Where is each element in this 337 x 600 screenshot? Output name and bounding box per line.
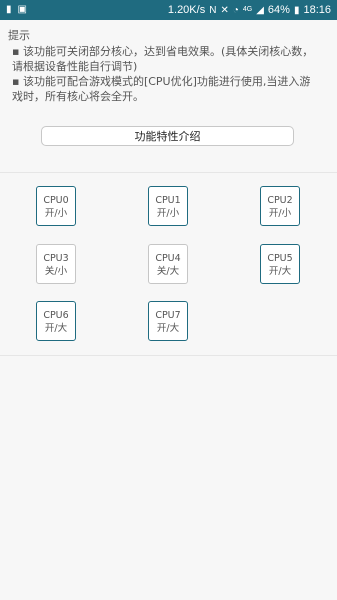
cpu-name: CPU2	[267, 195, 293, 206]
cpu-card-0[interactable]: CPU0 开/小	[36, 186, 76, 226]
tip-line: ▪ 该功能可配合游戏模式的[CPU优化]功能进行使用,当进入游	[12, 75, 311, 88]
cpu-name: CPU4	[155, 253, 181, 264]
feature-intro-button[interactable]: 功能特性介绍	[41, 126, 294, 146]
tip-line: 戏时，所有核心将会全开。	[12, 90, 144, 103]
mute-icon: ✕	[220, 4, 229, 16]
tips-section: 提示 ▪ 该功能可关闭部分核心，达到省电效果。(具体关闭核心数， 请根据设备性能…	[8, 28, 330, 104]
cpu-state: 关/大	[156, 266, 180, 277]
cpu-name: CPU0	[43, 195, 69, 206]
cpu-state: 开/大	[156, 323, 180, 334]
status-right: 1.20K/s N ✕ ◔ 4G ◢ 64% ▮ 18:16	[168, 3, 331, 17]
nfc-icon: N	[209, 4, 217, 16]
cpu-card-4[interactable]: CPU4 关/大	[148, 244, 188, 284]
cpu-card-6[interactable]: CPU6 开/大	[36, 301, 76, 341]
status-left: ▮ ▣	[6, 3, 27, 16]
network-speed: 1.20K/s	[167, 4, 206, 16]
status-bar: ▮ ▣ 1.20K/s N ✕ ◔ 4G ◢ 64% ▮ 18:16	[0, 0, 337, 20]
tip-line: 请根据设备性能自行调节)	[12, 60, 138, 73]
notification-icon: ▮	[6, 4, 12, 15]
cpu-card-7[interactable]: CPU7 开/大	[148, 301, 188, 341]
cpu-state: 开/小	[268, 208, 292, 219]
cpu-name: CPU3	[43, 253, 69, 264]
network-type: 4G	[242, 6, 253, 13]
tips-title: 提示	[8, 29, 30, 42]
signal-icon: ◢	[256, 4, 264, 16]
divider-bottom	[0, 355, 337, 356]
cpu-state: 开/大	[44, 323, 68, 334]
battery-level: 64%	[267, 4, 290, 16]
cpu-state: 开/小	[156, 208, 180, 219]
cpu-state: 开/小	[44, 208, 68, 219]
cpu-state: 开/大	[268, 266, 292, 277]
tip-line: ▪ 该功能可关闭部分核心，达到省电效果。(具体关闭核心数，	[12, 45, 314, 58]
cpu-name: CPU5	[267, 253, 293, 264]
clock: 18:16	[303, 4, 331, 16]
cpu-card-2[interactable]: CPU2 开/小	[260, 186, 300, 226]
cpu-card-1[interactable]: CPU1 开/小	[148, 186, 188, 226]
cpu-state: 关/小	[44, 266, 68, 277]
wifi-icon: ◔	[232, 4, 239, 16]
divider-top	[0, 172, 337, 173]
cpu-name: CPU1	[155, 195, 181, 206]
cpu-name: CPU7	[155, 310, 181, 321]
image-icon: ▣	[17, 4, 27, 15]
battery-icon: ▮	[293, 4, 300, 16]
cpu-card-5[interactable]: CPU5 开/大	[260, 244, 300, 284]
cpu-name: CPU6	[43, 310, 69, 321]
cpu-card-3[interactable]: CPU3 关/小	[36, 244, 76, 284]
